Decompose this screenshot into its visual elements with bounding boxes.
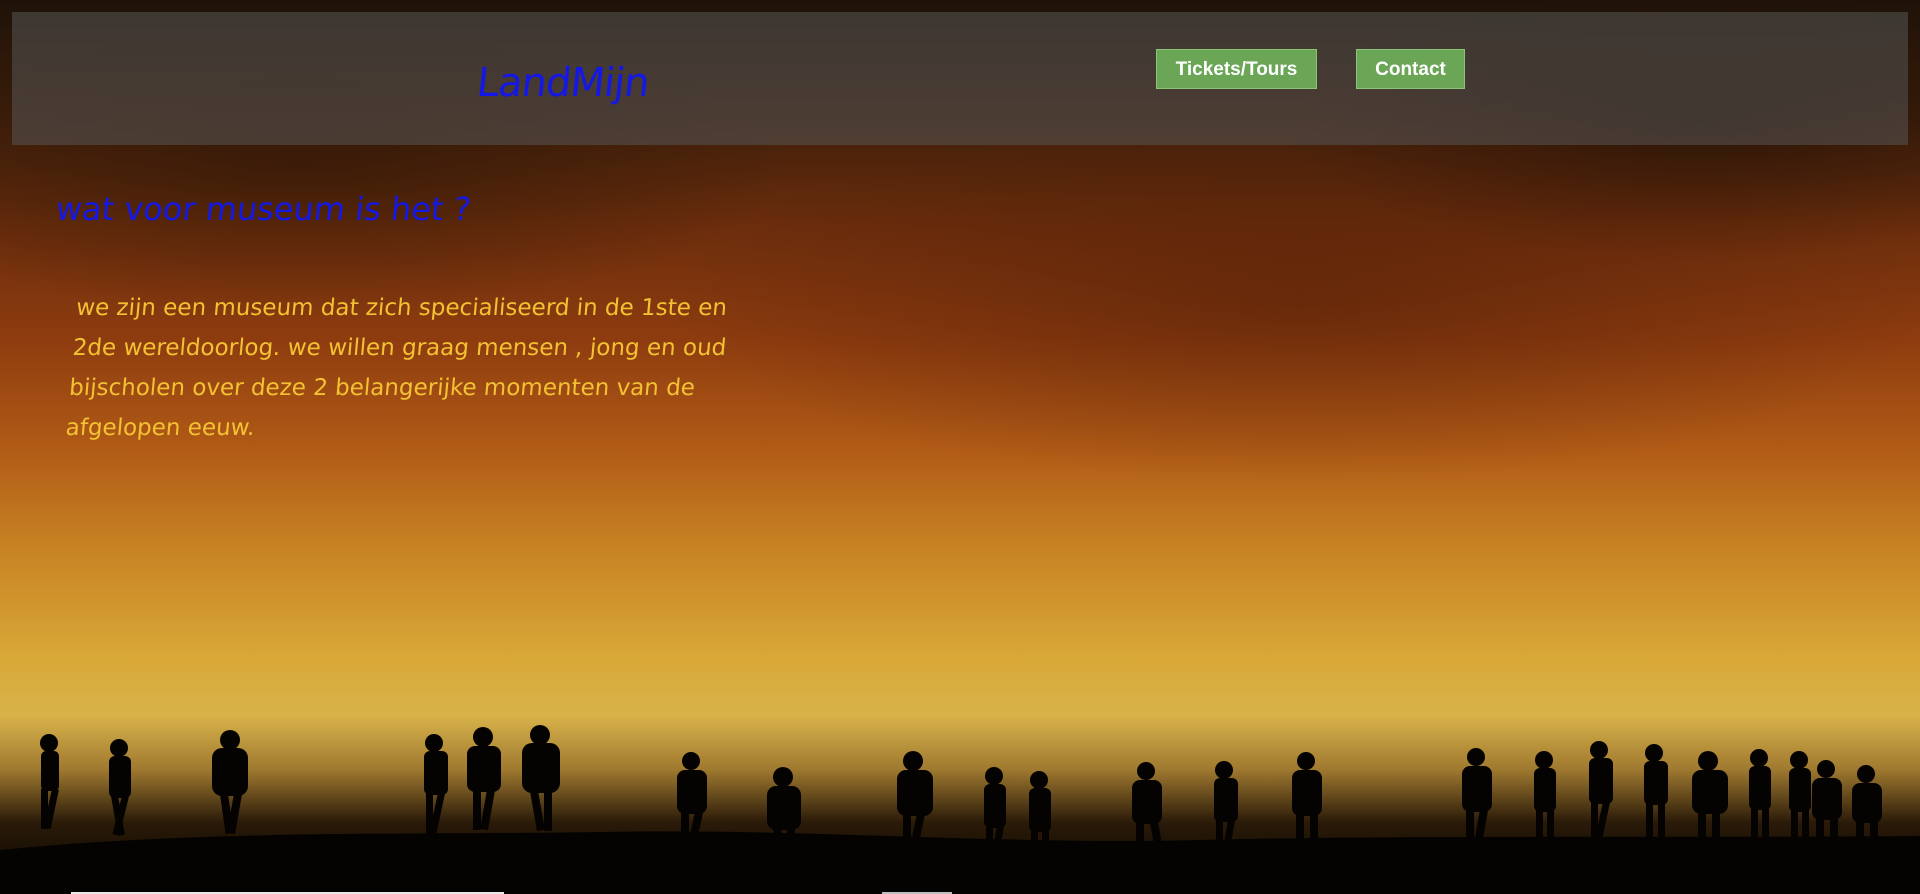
page-heading: wat voor museum is het ? (54, 190, 473, 228)
intro-text: we zijn een museum dat zich specialiseer… (64, 295, 729, 441)
site-logo[interactable]: LandMijn (475, 60, 651, 106)
site-header: LandMijn Tickets/Tours Contact (12, 12, 1908, 145)
contact-button[interactable]: Contact (1356, 49, 1465, 89)
tickets-tours-button[interactable]: Tickets/Tours (1156, 49, 1317, 89)
